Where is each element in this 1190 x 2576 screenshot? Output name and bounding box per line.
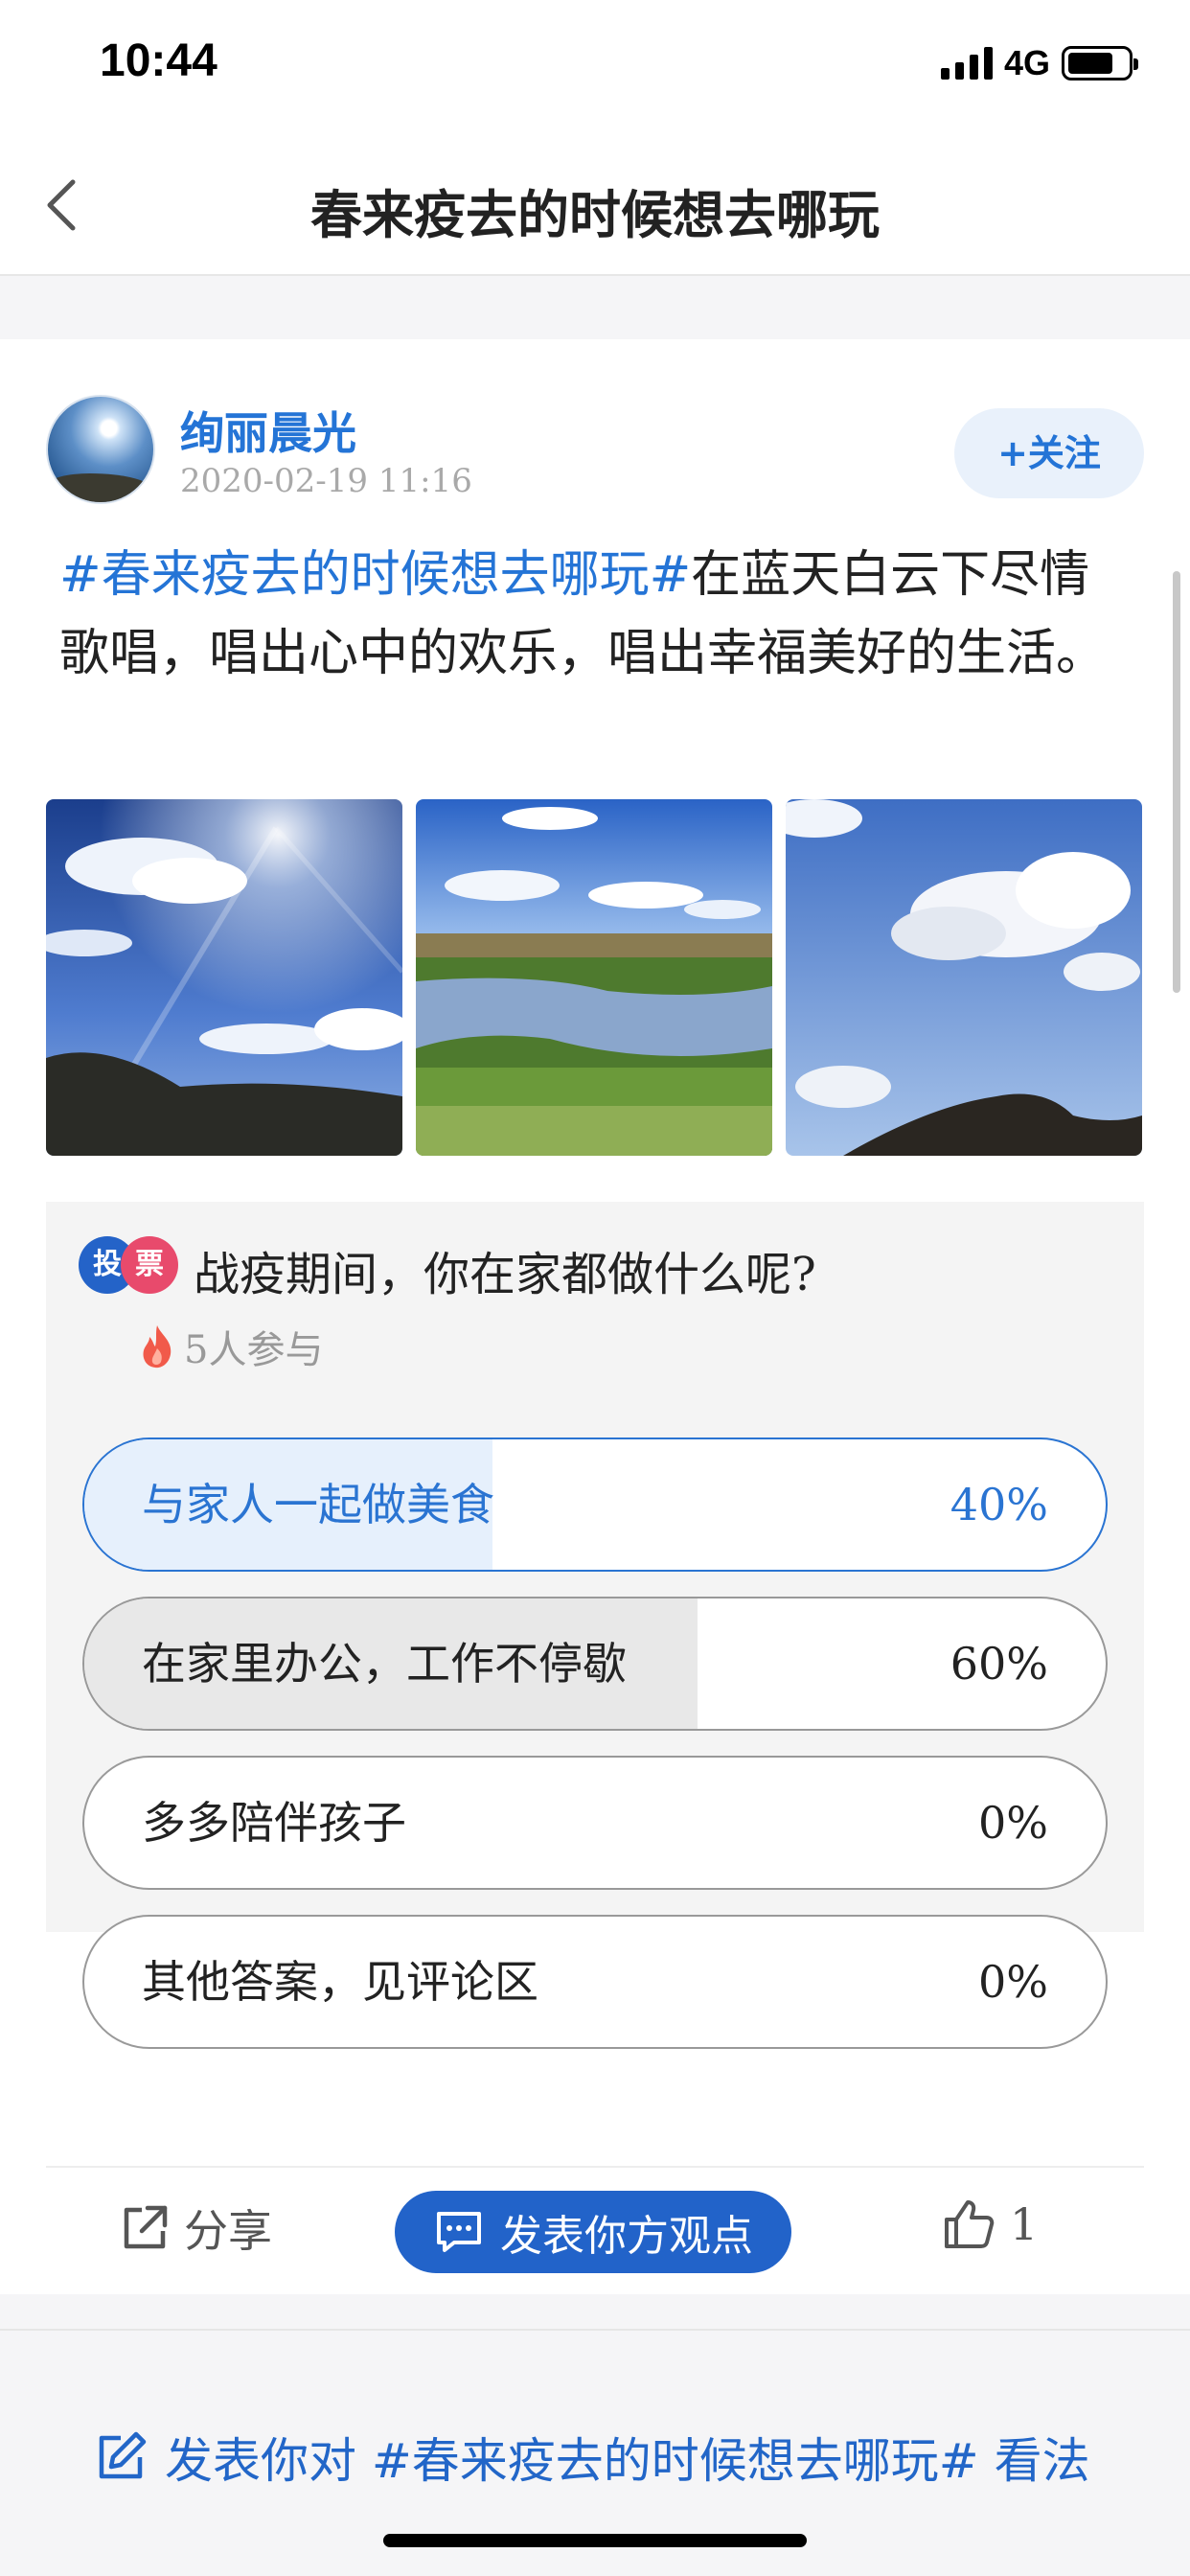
vote-badge-right: 票 [121,1236,178,1294]
photo-cloud-hill[interactable] [786,799,1142,1156]
vote-badge: 投 票 [79,1236,178,1300]
comment-icon [437,2212,481,2252]
thumbs-up-icon [945,2200,995,2248]
poll-card: 投 票 战疫期间，你在家都做什么呢? 5人参与 与家人一起做美食 40% 在家里… [46,1202,1144,2049]
poll-option-percent: 40% [950,1479,1048,1530]
poll-option-label: 其他答案，见评论区 [142,1956,538,2008]
share-button[interactable]: 分享 [119,2196,272,2260]
post-body: #春来疫去的时候想去哪玩#在蓝天白云下尽情歌唱，唱出心中的欢乐，唱出幸福美好的生… [59,536,1123,693]
poll-option-label: 在家里办公，工作不停歇 [142,1638,627,1690]
share-label: 分享 [184,2205,272,2257]
page-title: 春来疫去的时候想去哪玩 [310,185,880,245]
status-icons: 4G [940,43,1138,82]
post-card: 绚丽晨光 2020-02-19 11:16 +关注 #春来疫去的时候想去哪玩#在… [0,339,1190,2294]
composer-prompt: 发表你对 #春来疫去的时候想去哪玩# 看法 [165,2433,1090,2489]
photo-sky-sun[interactable] [46,799,402,1156]
battery-icon [1062,46,1138,80]
like-button[interactable]: 1 [941,2196,1038,2252]
poll-participants: 5人参与 [138,1319,323,1374]
poll-option[interactable]: 其他答案，见评论区 0% [82,1915,1108,2049]
scrollbar[interactable] [1173,571,1180,993]
signal-icon [940,47,993,80]
like-count: 1 [1010,2198,1039,2250]
poll-option[interactable]: 与家人一起做美食 40% [82,1438,1108,1572]
post-timestamp: 2020-02-19 11:16 [180,462,472,500]
follow-button[interactable]: +关注 [954,408,1144,498]
home-indicator [383,2534,807,2547]
poll-option-percent: 60% [950,1638,1048,1690]
poll-question: 战疫期间，你在家都做什么呢? [194,1248,816,1301]
comment-button[interactable]: 发表你方观点 [395,2191,791,2273]
poll-option-percent: 0% [978,1956,1048,2008]
poll-option-percent: 0% [978,1797,1048,1849]
status-time: 10:44 [100,35,217,86]
nav-bar: 春来疫去的时候想去哪玩 [0,134,1190,276]
avatar[interactable] [46,395,155,504]
poll-option-label: 与家人一起做美食 [142,1479,494,1530]
poll-option-label: 多多陪伴孩子 [142,1797,406,1849]
edit-icon [99,2431,147,2479]
network-label: 4G [1003,43,1050,82]
topic-link[interactable]: #春来疫去的时候想去哪玩# [59,546,691,604]
photo-wetland[interactable] [416,799,772,1156]
comment-label: 发表你方观点 [500,2212,753,2261]
author-name[interactable]: 绚丽晨光 [180,399,356,462]
participants-count: 5人参与 [184,1328,324,1372]
poll-option[interactable]: 多多陪伴孩子 0% [82,1756,1108,1890]
share-icon [124,2205,168,2249]
post-actions: 分享 发表你方观点 1 [46,2166,1144,2294]
poll-option[interactable]: 在家里办公，工作不停歇 60% [82,1597,1108,1731]
photo-grid [46,799,1144,1156]
status-bar: 10:44 4G [0,0,1190,134]
flame-icon [143,1325,172,1368]
